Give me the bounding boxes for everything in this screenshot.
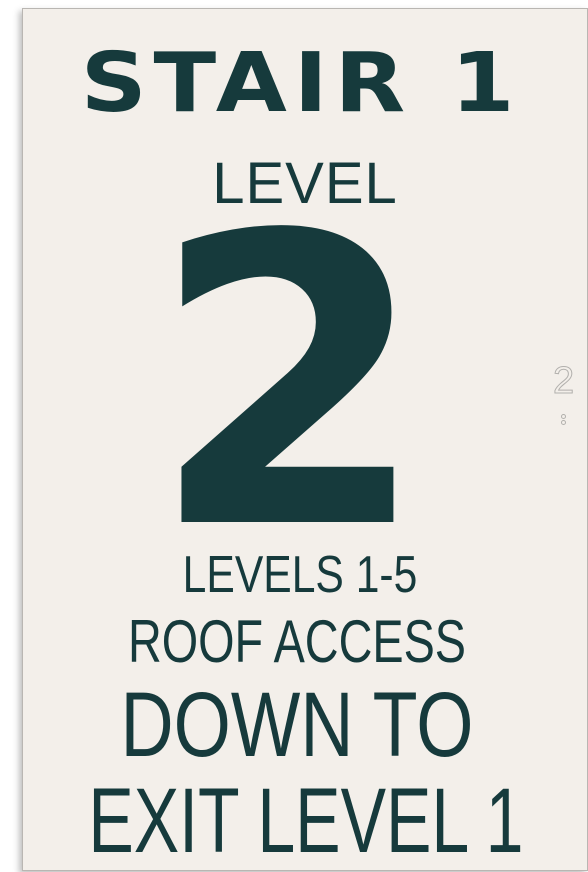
braille-dots-icon bbox=[561, 414, 567, 426]
exit-level-text: EXIT LEVEL 1 bbox=[88, 770, 524, 871]
levels-range-text: LEVELS 1-5 bbox=[182, 546, 418, 604]
down-to-text: DOWN TO bbox=[120, 674, 474, 776]
stair-title: STAIR 1 bbox=[80, 36, 522, 131]
level-number: 2 bbox=[149, 152, 429, 617]
side-page-number: 2 bbox=[552, 360, 575, 402]
roof-access-text: ROOF ACCESS bbox=[127, 608, 467, 675]
stair-sign: STAIR 1 LEVEL 2 LEVELS 1-5 ROOF ACCESS D… bbox=[22, 8, 588, 871]
